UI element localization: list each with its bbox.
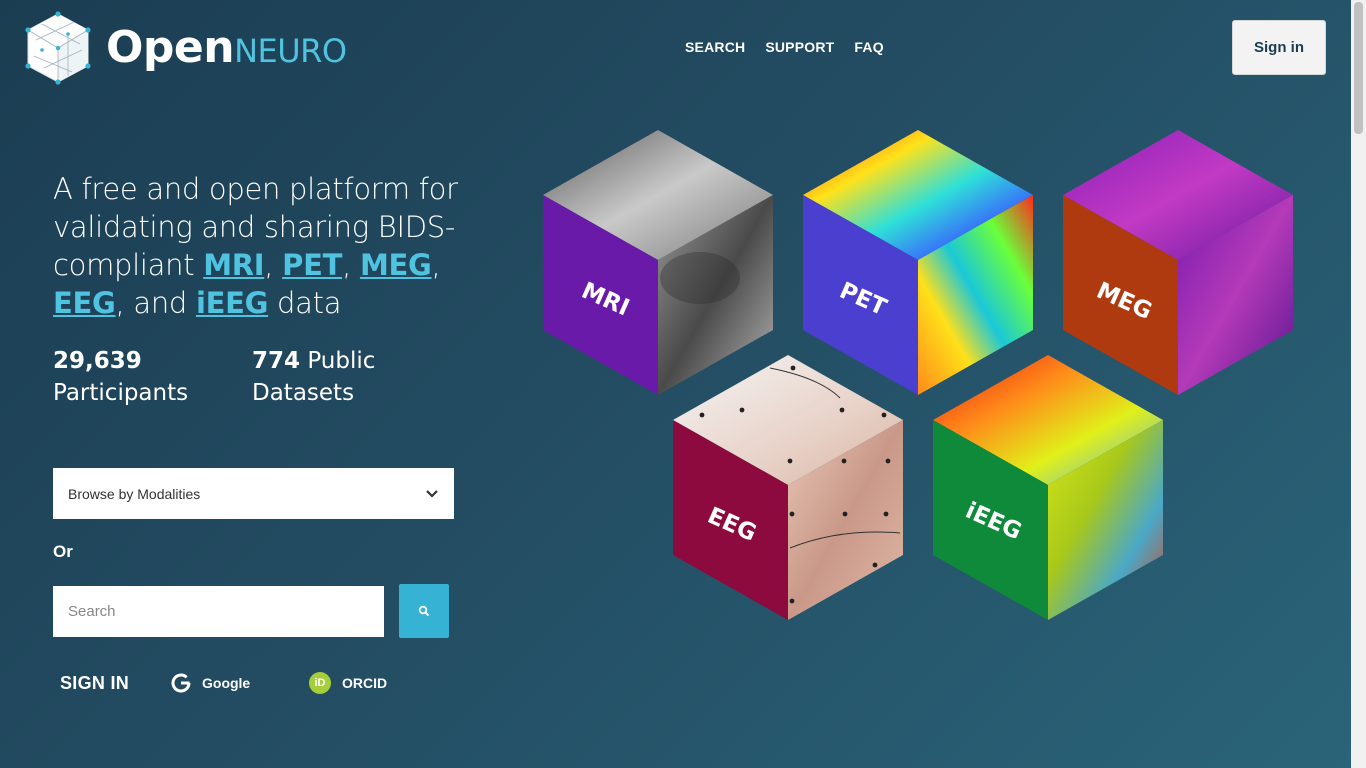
hero-separator: , and — [115, 286, 196, 320]
datasets-label: Datasets — [252, 380, 355, 406]
orcid-label: ORCID — [342, 675, 388, 691]
nav-faq[interactable]: FAQ — [854, 39, 883, 55]
meg-cube[interactable]: MEG — [1063, 130, 1293, 395]
google-signin[interactable]: Google — [170, 672, 309, 694]
or-label: Or — [53, 542, 73, 561]
signin-row: SIGN IN Google iD ORCID — [60, 672, 387, 694]
ieeg-cube[interactable]: iEEG — [933, 355, 1163, 620]
mri-link[interactable]: MRI — [203, 248, 264, 282]
ieeg-link[interactable]: iEEG — [196, 286, 268, 320]
hero-separator: , — [431, 248, 441, 282]
search-icon — [418, 605, 430, 617]
signin-label: SIGN IN — [60, 672, 130, 693]
nav-support[interactable]: SUPPORT — [765, 39, 834, 55]
datasets-value: 774 — [252, 348, 301, 374]
browse-modalities-dropdown[interactable]: Browse by Modalities — [53, 468, 454, 519]
brand-neuro: NEURO — [234, 32, 347, 70]
datasets-stat: 774 Public Datasets — [252, 345, 375, 409]
google-label: Google — [202, 675, 251, 691]
eeg-link[interactable]: EEG — [53, 286, 116, 320]
orcid-signin[interactable]: iD ORCID — [309, 672, 387, 694]
stats: 29,639 Participants 774 Public Datasets — [53, 345, 375, 409]
hero-separator: , — [342, 248, 360, 282]
mri-cube[interactable]: MRI — [543, 130, 773, 395]
participants-stat: 29,639 Participants — [53, 345, 252, 409]
scrollbar-thumb[interactable] — [1354, 2, 1363, 134]
page-scrollbar[interactable] — [1351, 0, 1366, 768]
hero-separator: , — [264, 248, 283, 282]
eeg-cube[interactable]: EEG — [673, 355, 903, 620]
header-signin-button[interactable]: Sign in — [1232, 20, 1326, 75]
browse-modalities-label: Browse by Modalities — [68, 485, 201, 502]
participants-value: 29,639 — [53, 348, 142, 374]
orcid-icon: iD — [309, 672, 331, 694]
modality-cubes: MRI PET MEG EEG iEEG — [543, 130, 1293, 620]
nav-search[interactable]: SEARCH — [685, 39, 745, 55]
search-input[interactable] — [53, 586, 384, 637]
openneuro-logo[interactable]: OpenNEURO — [24, 10, 347, 86]
brand-open: Open — [106, 22, 235, 73]
brand-wordmark: OpenNEURO — [106, 26, 347, 70]
hero-text-end: data — [268, 286, 342, 320]
hero-headline: A free and open platform for validating … — [53, 170, 473, 322]
main-nav: SEARCH SUPPORT FAQ — [685, 39, 884, 55]
cube-logo-icon — [25, 11, 91, 85]
pet-cube[interactable]: PET — [803, 130, 1033, 395]
search-button[interactable] — [399, 584, 449, 638]
datasets-label-public: Public — [307, 348, 376, 374]
pet-link[interactable]: PET — [282, 248, 342, 282]
meg-link[interactable]: MEG — [360, 248, 432, 282]
chevron-down-icon — [426, 489, 438, 498]
participants-label: Participants — [53, 380, 189, 406]
google-icon — [171, 673, 191, 693]
